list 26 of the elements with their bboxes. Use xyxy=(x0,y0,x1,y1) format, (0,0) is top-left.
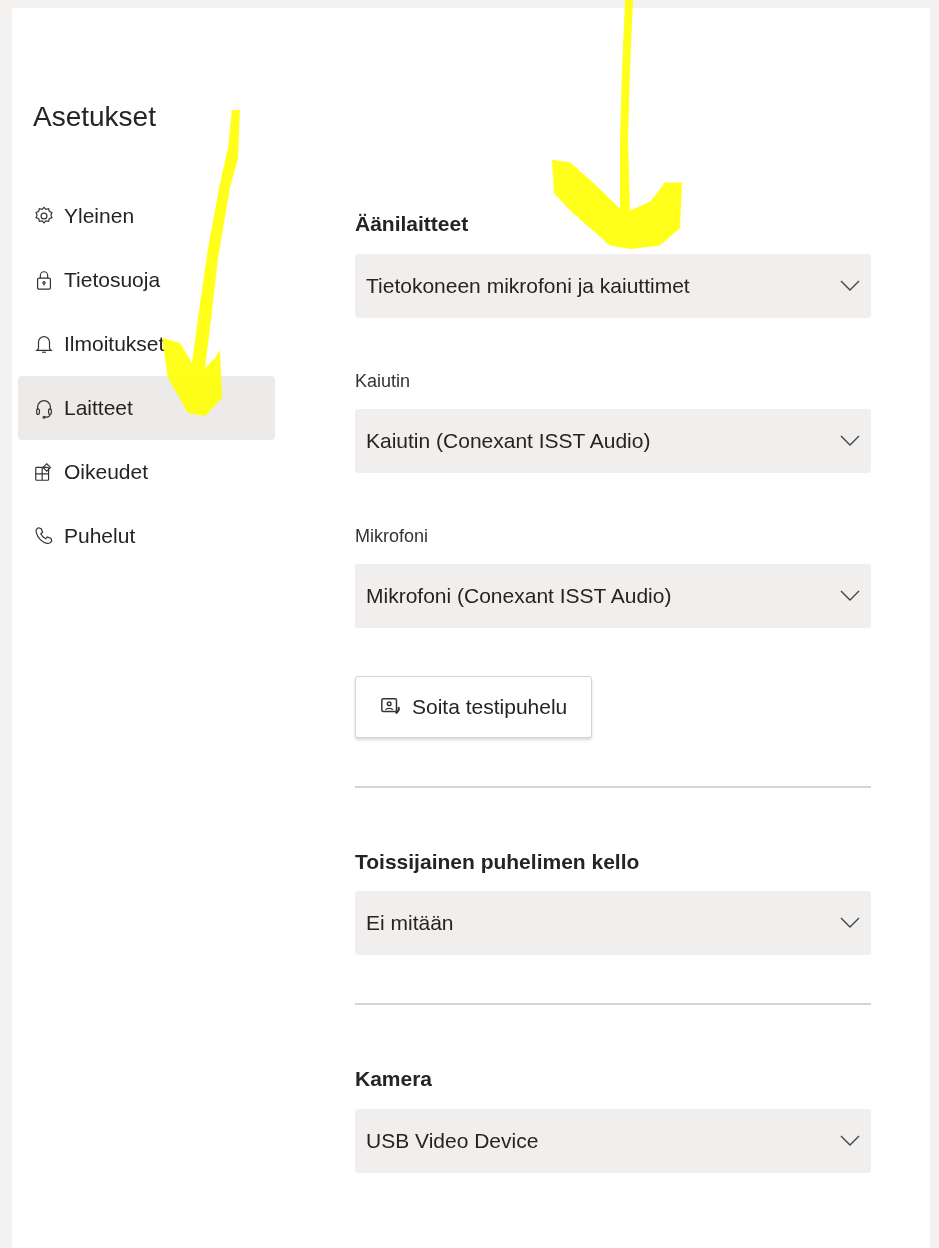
test-call-button[interactable]: Soita testipuhelu xyxy=(355,675,593,738)
field-label: Kaiutin xyxy=(355,369,412,393)
sidebar-item[interactable]: Puhelut xyxy=(18,504,275,568)
bell-icon xyxy=(33,333,55,355)
page-title: Asetukset xyxy=(33,100,157,134)
sidebar-item[interactable]: Ilmoitukset xyxy=(18,312,275,376)
sidebar-item[interactable]: Oikeudet xyxy=(18,440,275,504)
sidebar-item[interactable]: Yleinen xyxy=(18,184,275,248)
dropdown[interactable]: Tietokoneen mikrofoni ja kaiuttimet xyxy=(355,253,871,318)
headset-icon xyxy=(33,397,55,419)
dropdown[interactable]: Mikrofoni (Conexant ISST Audio) xyxy=(355,563,871,628)
chevron-down-icon xyxy=(840,279,860,292)
sidebar-item[interactable]: Tietosuoja xyxy=(18,248,275,312)
chevron-down-icon xyxy=(840,917,860,929)
section-heading: Toissijainen puhelimen kello xyxy=(355,848,641,875)
section-heading: Äänilaitteet xyxy=(355,211,470,237)
chevron-down-icon xyxy=(840,1134,860,1147)
chevron-down-icon xyxy=(840,434,860,447)
chevron-down-icon xyxy=(840,589,860,602)
dropdown[interactable]: Ei mitään xyxy=(355,891,871,955)
field-label: Mikrofoni xyxy=(355,524,430,548)
section-heading: Kamera xyxy=(355,1066,434,1092)
phone-icon xyxy=(33,525,55,547)
sidebar-item[interactable]: Laitteet xyxy=(18,376,275,440)
dropdown[interactable]: USB Video Device xyxy=(355,1108,871,1173)
dropdown[interactable]: Kaiutin (Conexant ISST Audio) xyxy=(355,408,871,473)
